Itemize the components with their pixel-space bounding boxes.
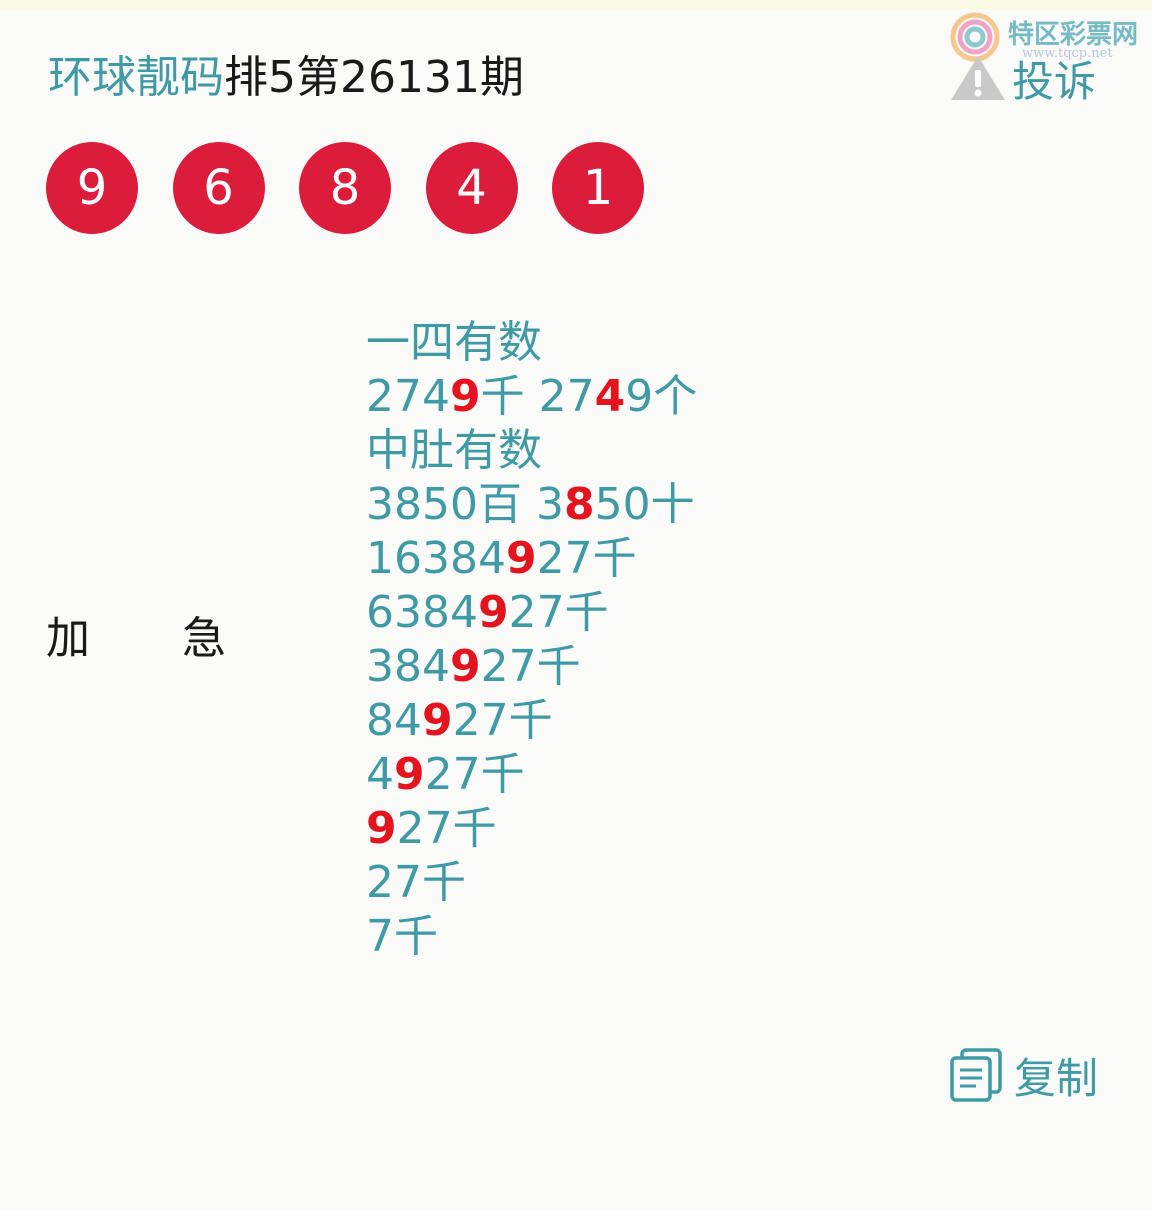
recommendation-line: 384927千 [366,640,697,694]
recommendation-text: 7千 [366,911,438,962]
recommendation-text: 84 [366,695,422,746]
complain-button[interactable]: 投诉 [948,52,1096,106]
highlighted-digit: 9 [449,641,481,692]
recommendation-line: 一四有数 [366,316,697,370]
copy-button[interactable]: 复制 [948,1046,1098,1104]
highlighted-digit: 9 [366,803,397,854]
recommendation-line: 27千 [366,856,697,910]
highlighted-digit: 9 [477,587,509,638]
recommendation-text: 27千 [452,695,553,746]
urgent-char: 急 [182,613,226,664]
recommendation-text: 16384 [366,533,506,584]
copy-label: 复制 [1014,1053,1099,1103]
complain-label: 投诉 [1012,56,1097,106]
highlighted-digit: 9 [449,371,481,422]
recommendation-text: 千 27 [480,371,595,422]
draw-ball: 1 [552,142,644,234]
recommendation-line: 3850百 3850十 [366,478,697,532]
urgent-char: 加 [46,613,90,664]
recommendation-text: 27千 [366,857,466,908]
top-strip [0,0,1152,10]
recommendation-line: 6384927千 [366,586,697,640]
copy-icon [950,1048,1002,1102]
issue-title: 排5第26131期 [224,52,524,103]
recommendation-line: 2749千 2749个 [366,370,697,424]
urgent-label: 加急 [46,612,226,666]
recommendation-text: 4 [366,749,394,800]
recommendation-text: 6384 [366,587,478,638]
recommendation-text: 27千 [508,587,609,638]
recommendation-text: 一四有数 [366,317,542,368]
highlighted-digit: 4 [594,371,626,422]
highlighted-digit: 8 [563,479,595,530]
recommendation-line: 4927千 [366,748,697,802]
recommendation-text: 274 [366,371,450,422]
recommendation-text: 50十 [594,479,695,530]
highlighted-digit: 9 [505,533,537,584]
recommendation-text: 27千 [536,533,637,584]
highlighted-digit: 9 [394,749,425,800]
recommendation-text: 3850百 3 [366,479,564,530]
draw-ball: 8 [299,142,391,234]
recommendation-line: 927千 [366,802,697,856]
draw-numbers: 9 6 8 4 1 [46,142,679,234]
warning-icon [951,56,1005,100]
recommendation-text: 27千 [424,749,525,800]
recommendation-line: 7千 [366,910,697,964]
recommendation-text: 384 [366,641,450,692]
highlighted-digit: 9 [422,695,453,746]
recommendation-line: 84927千 [366,694,697,748]
recommendation-text: 中肚有数 [366,425,542,476]
recommendation-text: 27千 [480,641,581,692]
draw-ball: 9 [46,142,138,234]
recommendation-text: 27千 [396,803,497,854]
recommendation-text: 9个 [625,371,698,422]
draw-ball: 4 [425,142,518,234]
recommendation-line: 16384927千 [366,532,697,586]
draw-ball: 6 [172,142,265,234]
recommendation-list: 一四有数 2749千 2749个 中肚有数 3850百 3850十 16384927千 6… [366,316,697,964]
recommendation-line: 中肚有数 [366,424,697,478]
source-name: 环球靓码 [48,52,224,103]
page-title: 环球靓码排5第26131期 [48,50,524,106]
